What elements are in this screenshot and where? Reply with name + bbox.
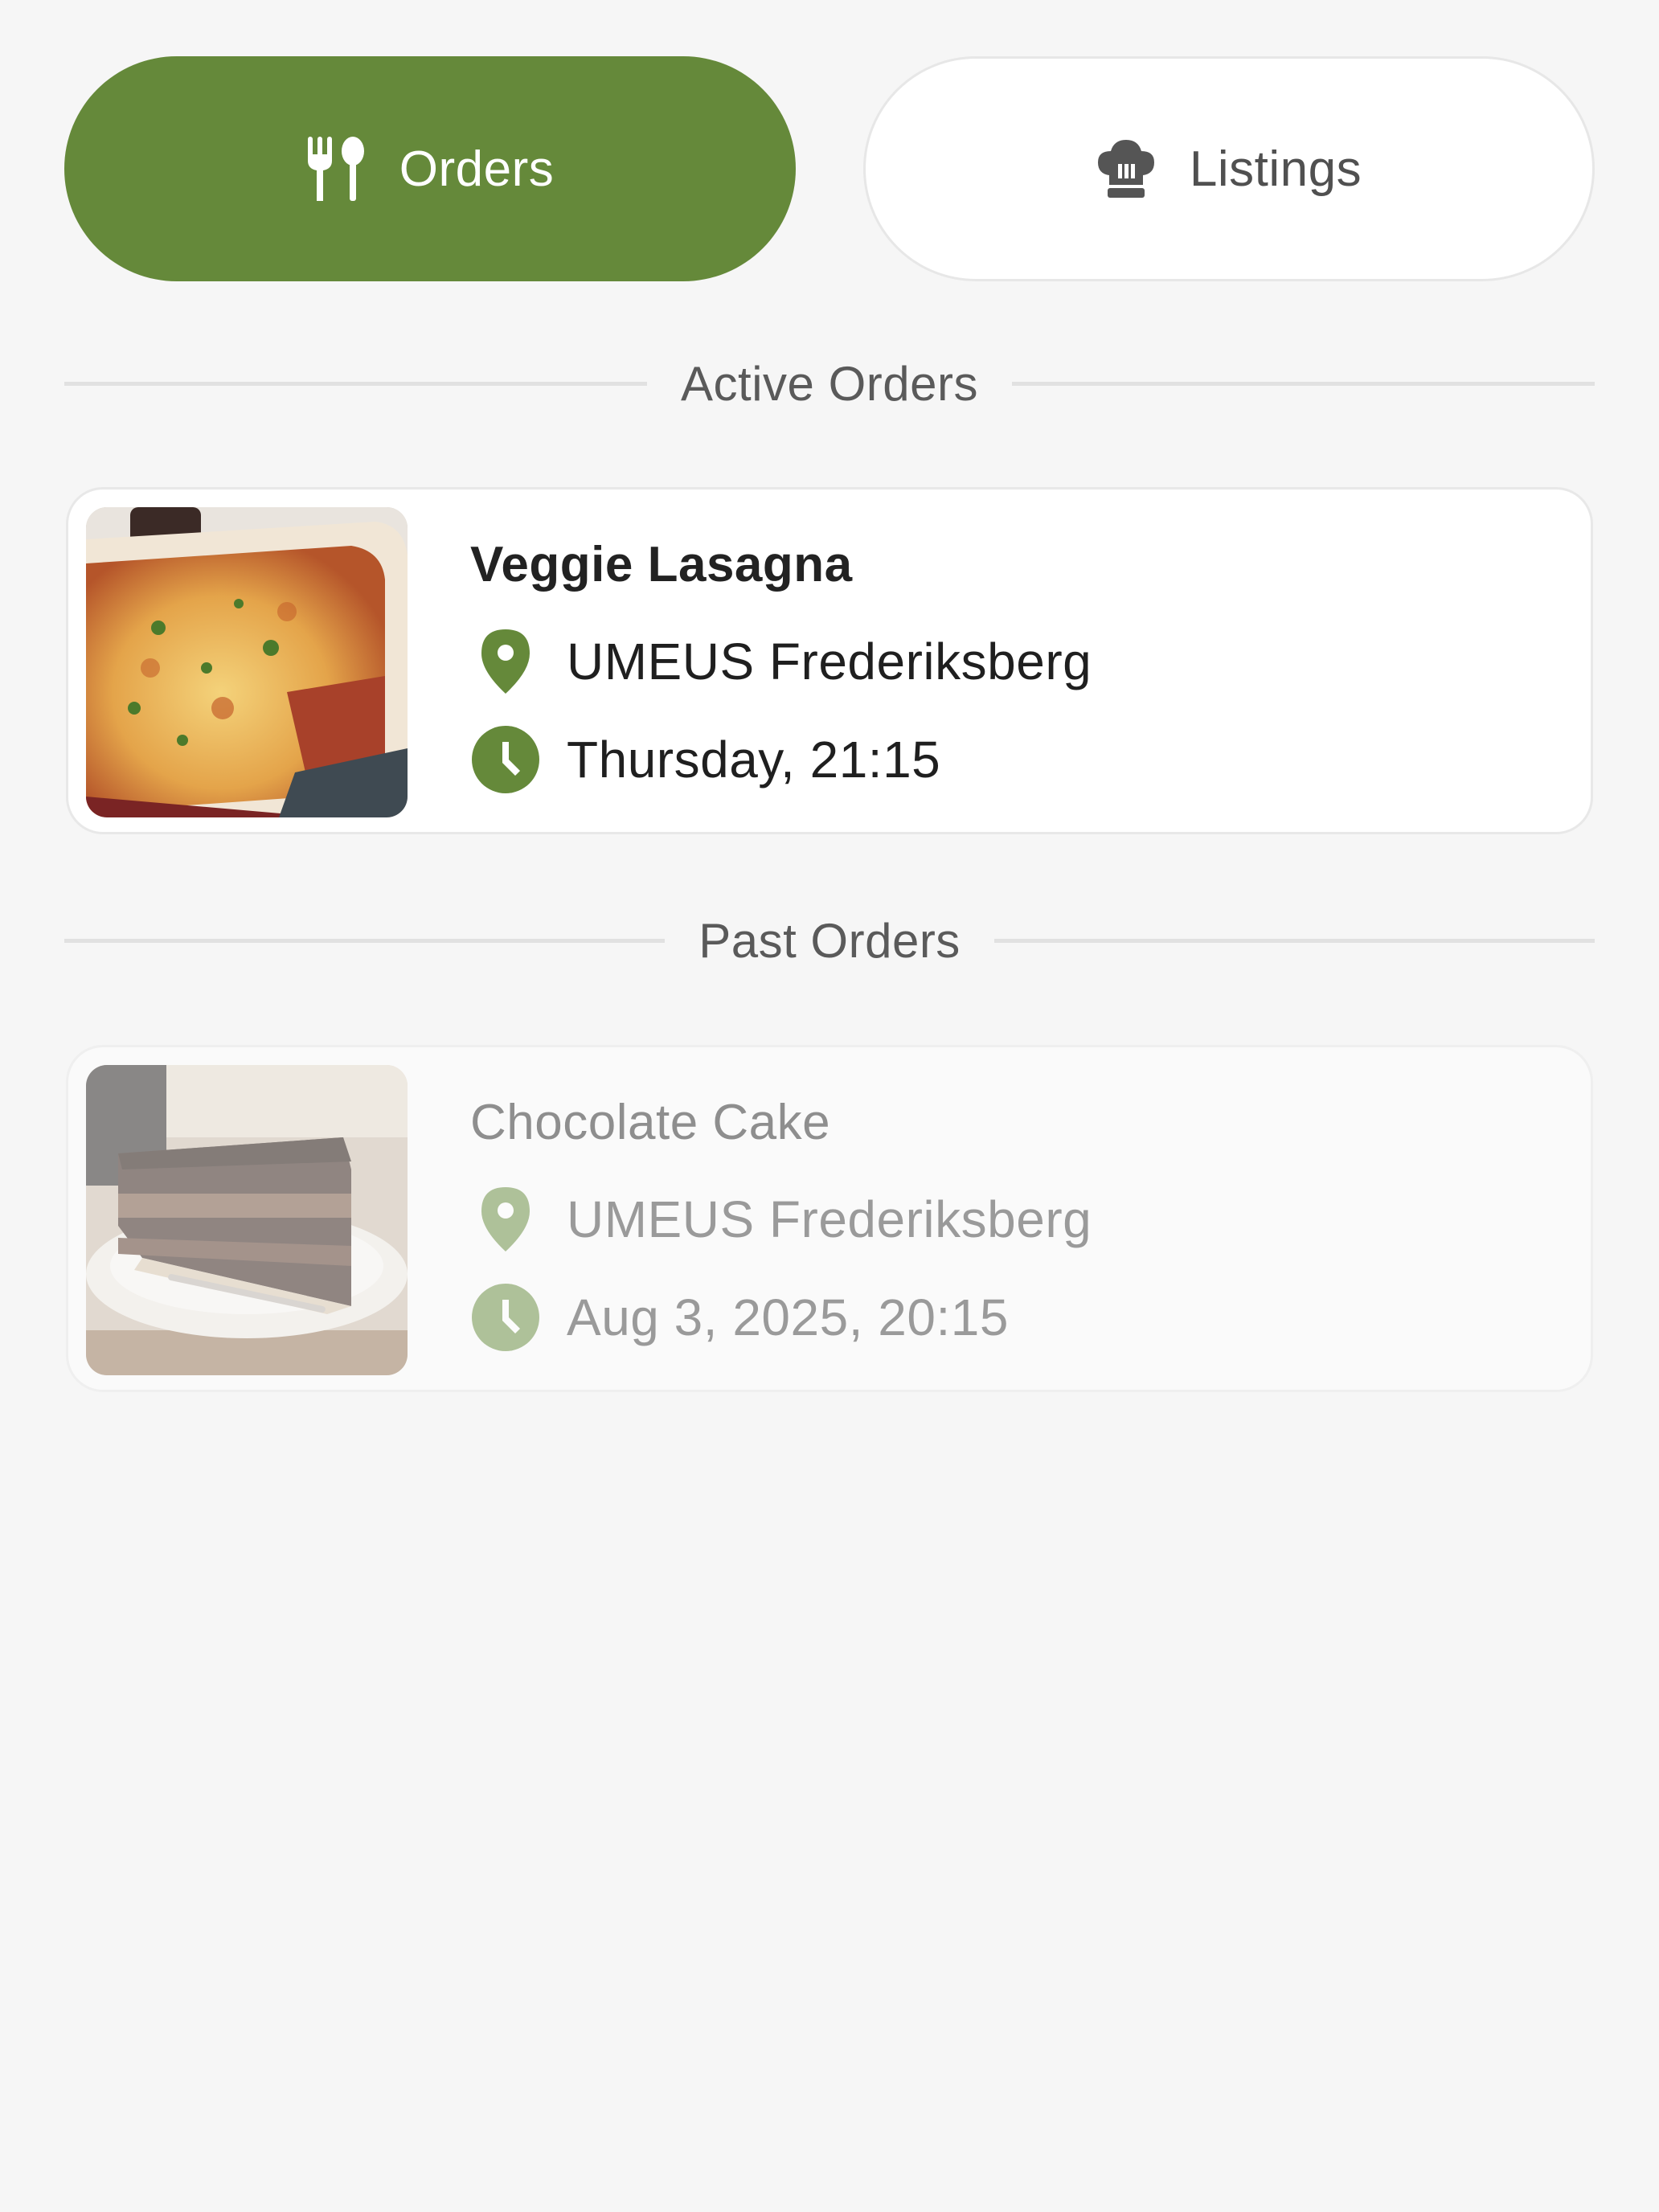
order-time: Thursday, 21:15: [567, 731, 941, 789]
active-orders-heading: Active Orders: [681, 356, 978, 411]
tab-orders[interactable]: Orders: [64, 56, 796, 281]
order-card-active[interactable]: Veggie Lasagna UMEUS Frederiksberg Thurs…: [66, 487, 1593, 834]
order-location-row: UMEUS Frederiksberg: [470, 626, 1092, 697]
past-orders-heading: Past Orders: [698, 913, 961, 968]
active-orders-divider: Active Orders: [64, 347, 1595, 420]
cutlery-icon: [306, 137, 366, 201]
chef-hat-icon: [1096, 137, 1156, 201]
divider-line: [64, 381, 648, 386]
chocolate-cake-photo: [86, 1065, 408, 1375]
order-location: UMEUS Frederiksberg: [567, 1190, 1092, 1248]
order-time: Aug 3, 2025, 20:15: [567, 1288, 1009, 1346]
clock-icon: [470, 1282, 541, 1353]
tab-listings-label: Listings: [1189, 141, 1362, 197]
order-time-row: Aug 3, 2025, 20:15: [470, 1282, 1009, 1353]
clock-icon: [470, 724, 541, 795]
past-orders-divider: Past Orders: [64, 904, 1596, 977]
order-location-row: UMEUS Frederiksberg: [470, 1184, 1092, 1255]
order-title: Chocolate Cake: [470, 1095, 831, 1150]
location-pin-icon: [470, 626, 541, 697]
tab-switcher: Orders Listings: [64, 56, 1595, 281]
order-time-row: Thursday, 21:15: [470, 724, 940, 795]
location-pin-icon: [470, 1184, 541, 1255]
divider-line: [1011, 381, 1595, 386]
order-location: UMEUS Frederiksberg: [567, 633, 1092, 690]
order-card-past[interactable]: Chocolate Cake UMEUS Frederiksberg Aug 3…: [66, 1045, 1593, 1392]
tab-orders-label: Orders: [399, 141, 555, 197]
lasagna-photo: [86, 507, 408, 817]
tab-listings[interactable]: Listings: [863, 56, 1595, 281]
order-card-body: Chocolate Cake UMEUS Frederiksberg Aug 3…: [470, 1047, 1559, 1390]
divider-line: [993, 938, 1596, 943]
order-title: Veggie Lasagna: [470, 537, 853, 592]
order-card-body: Veggie Lasagna UMEUS Frederiksberg Thurs…: [470, 490, 1559, 832]
divider-line: [64, 938, 666, 943]
